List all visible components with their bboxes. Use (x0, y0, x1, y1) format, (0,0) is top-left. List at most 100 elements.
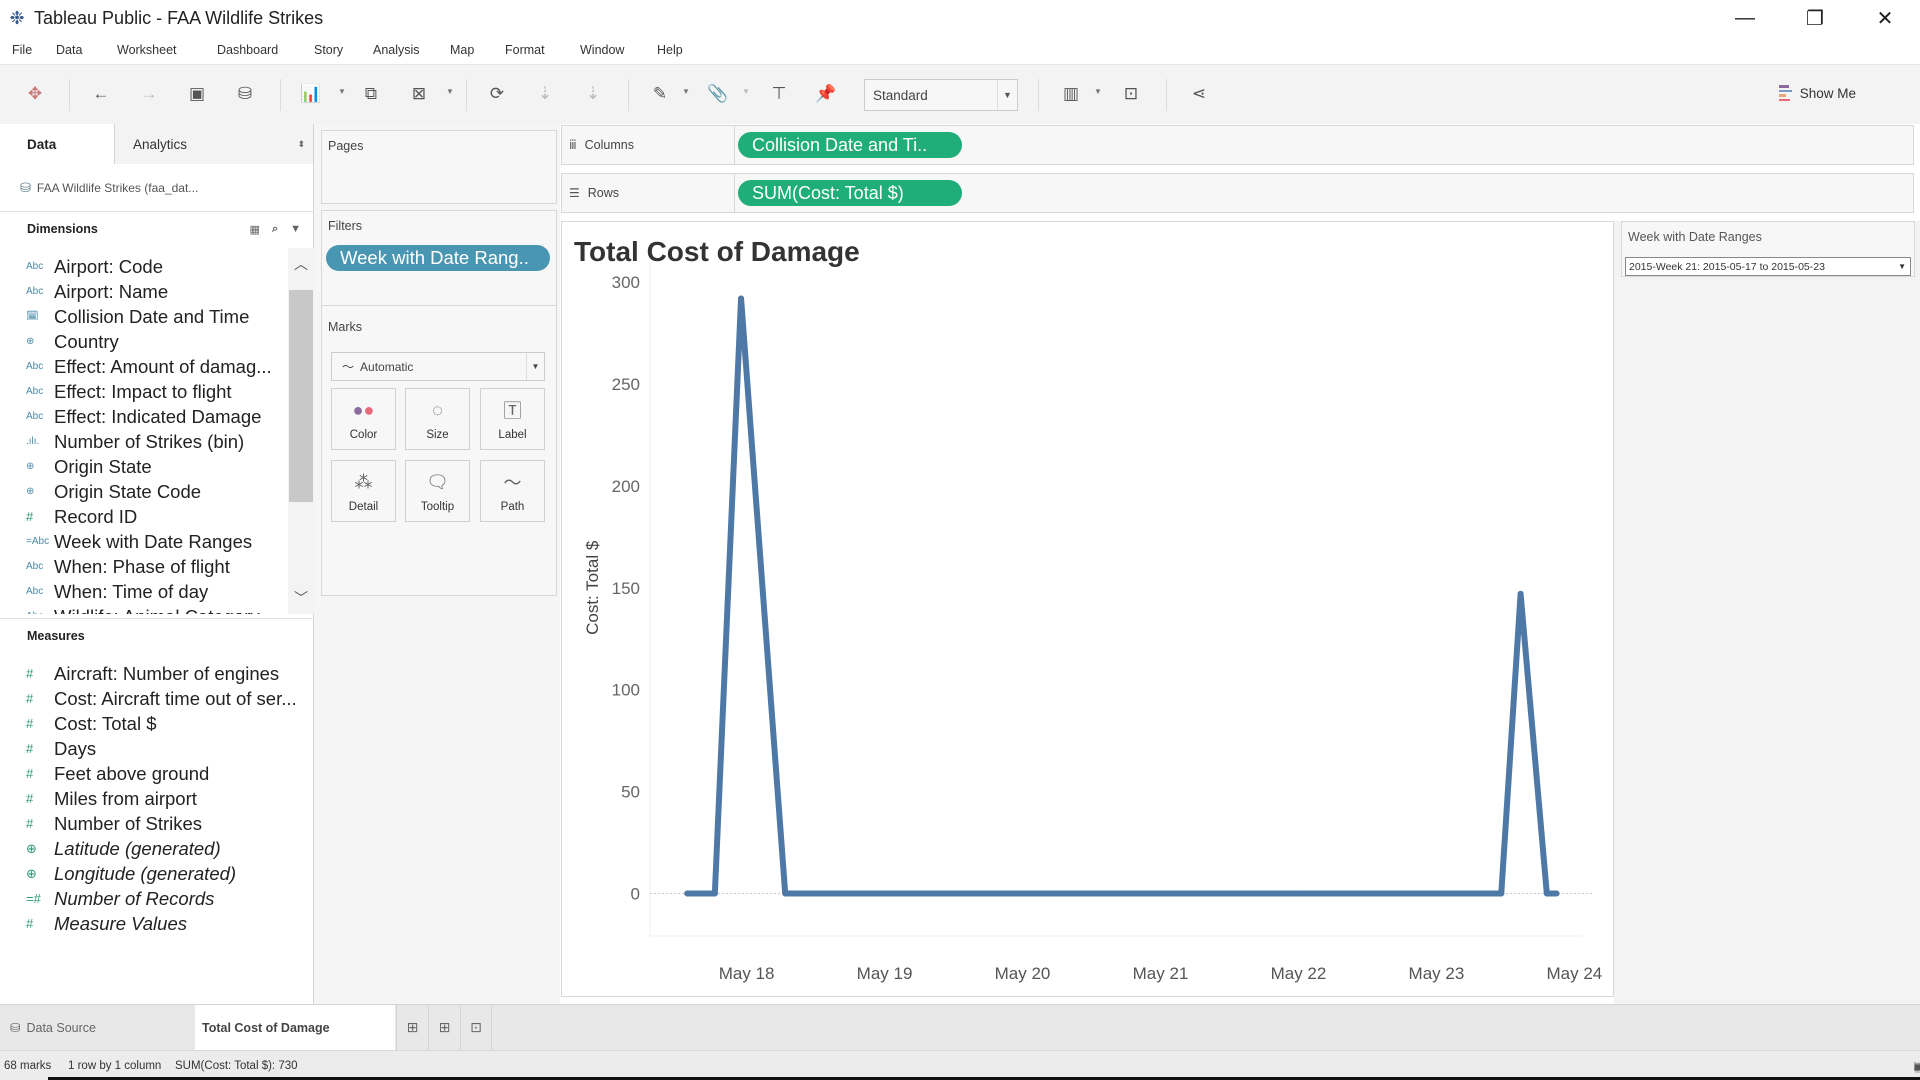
show-cards-icon[interactable]: ▥ (1058, 81, 1084, 107)
highlight-caret-icon[interactable]: ▼ (682, 87, 690, 96)
group-members-icon[interactable]: 📎 (705, 81, 731, 107)
search-icon[interactable]: ⌕ (272, 223, 278, 236)
mark-type-select[interactable]: 〜 Automatic ▼ (331, 352, 545, 381)
label-button[interactable]: 🅃 Label (480, 388, 545, 450)
clear-sheet-icon[interactable]: ⊠ (406, 81, 432, 107)
presentation-mode-icon[interactable]: ⊡ (1118, 81, 1144, 107)
pages-card[interactable]: Pages (321, 130, 557, 204)
redo-icon[interactable]: → (136, 81, 162, 107)
data-point[interactable] (1553, 890, 1560, 897)
group-caret-icon[interactable]: ▼ (742, 87, 750, 96)
measure-field[interactable]: =# Number of Records (0, 886, 314, 911)
data-point[interactable] (881, 890, 888, 897)
menu-help[interactable]: Help (657, 43, 683, 57)
data-point[interactable] (1543, 890, 1550, 897)
dimension-field[interactable]: AbcWildlife: Animal Category (0, 604, 288, 615)
sheet-tab-total-cost[interactable]: Total Cost of Damage (195, 1005, 395, 1050)
columns-pill[interactable]: Collision Date and Ti.. (738, 132, 962, 158)
view-list-icon[interactable]: ▦ (250, 223, 260, 236)
tab-analytics[interactable]: Analytics ⬍ (114, 124, 313, 164)
scrollbar-thumb[interactable] (289, 290, 313, 502)
restore-button[interactable]: ❐ (1780, 0, 1850, 36)
rows-pill[interactable]: SUM(Cost: Total $) (738, 180, 962, 206)
tab-data[interactable]: Data (0, 124, 114, 164)
menu-story[interactable]: Story (314, 43, 343, 57)
dimension-field[interactable]: Abc Airport: Code (0, 254, 288, 279)
share-icon[interactable]: ⋖ (1186, 81, 1212, 107)
data-source-tab[interactable]: ⛁ Data Source (0, 1005, 195, 1050)
columns-shelf[interactable]: ⅲ Columns Collision Date and Ti.. (561, 125, 1914, 165)
dimension-field[interactable]: Abc Effect: Impact to flight (0, 379, 288, 404)
data-point[interactable] (1433, 890, 1440, 897)
menu-format[interactable]: Format (505, 43, 545, 57)
data-point[interactable] (1295, 890, 1302, 897)
dimension-field[interactable]: Abc When: Phase of flight (0, 554, 288, 579)
color-button[interactable]: ● ● Color (331, 388, 396, 450)
scroll-up-icon[interactable]: ︿ (288, 252, 314, 276)
data-point[interactable] (684, 890, 691, 897)
data-source-item[interactable]: ⛁ FAA Wildlife Strikes (faa_dat... (0, 164, 313, 212)
measure-field[interactable]: # Feet above ground (0, 761, 314, 786)
minimize-button[interactable]: — (1710, 0, 1780, 36)
data-point[interactable] (738, 295, 745, 302)
dimension-field[interactable]: # Record ID (0, 504, 288, 529)
menu-worksheet[interactable]: Worksheet (117, 43, 177, 57)
quick-filter-select[interactable]: 2015-Week 21: 2015-05-17 to 2015-05-23 ▼ (1625, 257, 1911, 276)
save-icon[interactable]: ▣ (184, 81, 210, 107)
measure-field[interactable]: # Miles from airport (0, 786, 314, 811)
dimension-field[interactable]: Abc Airport: Name (0, 279, 288, 304)
show-me-button[interactable]: Show Me (1778, 85, 1856, 101)
filter-pill-week[interactable]: Week with Date Rang.. (326, 245, 550, 271)
new-dashboard-tab-icon[interactable]: ⊞ (428, 1005, 460, 1050)
menu-window[interactable]: Window (580, 43, 624, 57)
data-point[interactable] (1157, 890, 1164, 897)
new-worksheet-tab-icon[interactable]: ⊞ (396, 1005, 428, 1050)
tabs-view-icon[interactable]: ■ (1914, 1060, 1920, 1074)
menu-analysis[interactable]: Analysis (373, 43, 420, 57)
detail-button[interactable]: ⁂ Detail (331, 460, 396, 522)
measure-field[interactable]: # Cost: Total $ (0, 711, 314, 736)
dimension-field[interactable]: .ılı. Number of Strikes (bin) (0, 429, 288, 454)
new-data-source-icon[interactable]: ⛁ (232, 81, 258, 107)
undo-icon[interactable]: ← (88, 81, 114, 107)
dimension-field[interactable]: ⊕ Origin State (0, 454, 288, 479)
menu-file[interactable]: File (12, 43, 32, 57)
rows-shelf[interactable]: ☰ Rows SUM(Cost: Total $) (561, 173, 1914, 213)
data-point[interactable] (1498, 890, 1505, 897)
sort-descending-icon[interactable]: ⇣ (580, 81, 606, 107)
duplicate-sheet-icon[interactable]: ⧉ (358, 81, 384, 107)
dimensions-scrollbar[interactable]: ︿ ﹀ (288, 248, 314, 614)
measure-field[interactable]: ⊕ Longitude (generated) (0, 861, 314, 886)
line-chart[interactable]: 0 50 100 150 200 250 300 May 18 May 19 May 20 May … (562, 222, 1615, 998)
new-worksheet-caret-icon[interactable]: ▼ (338, 87, 346, 96)
measure-field[interactable]: # Number of Strikes (0, 811, 314, 836)
dimension-field[interactable]: 🗓 Collision Date and Time (0, 304, 288, 329)
fix-axes-pin-icon[interactable]: 📌 (813, 81, 839, 107)
swap-rows-columns-icon[interactable]: ⟳ (484, 81, 510, 107)
data-point[interactable] (1517, 590, 1524, 597)
size-button[interactable]: ◌ Size (405, 388, 470, 450)
measure-field[interactable]: # Days (0, 736, 314, 761)
data-point[interactable] (1019, 890, 1026, 897)
show-cards-caret-icon[interactable]: ▼ (1094, 87, 1102, 96)
new-worksheet-icon[interactable]: 📊 (298, 81, 324, 107)
clear-sheet-caret-icon[interactable]: ▼ (446, 87, 454, 96)
series-line[interactable] (684, 295, 1560, 897)
measure-field[interactable]: # Measure Values (0, 911, 314, 936)
dimension-field[interactable]: Abc When: Time of day (0, 579, 288, 604)
menu-dashboard[interactable]: Dashboard (217, 43, 278, 57)
dimension-field[interactable]: Abc Effect: Indicated Damage (0, 404, 288, 429)
fit-select[interactable]: Standard ▼ (864, 79, 1018, 111)
dimension-field[interactable]: =Abc Week with Date Ranges (0, 529, 288, 554)
highlight-icon[interactable]: ✎ (647, 81, 673, 107)
filters-card[interactable]: Filters Week with Date Rang.. (321, 210, 557, 306)
measure-field[interactable]: ⊕ Latitude (generated) (0, 836, 314, 861)
dimension-field[interactable]: ⊕ Country (0, 329, 288, 354)
sort-ascending-icon[interactable]: ⇣ (532, 81, 558, 107)
measure-field[interactable]: # Cost: Aircraft time out of ser... (0, 686, 314, 711)
menu-map[interactable]: Map (450, 43, 474, 57)
tableau-home-icon[interactable]: ✥ (22, 81, 48, 107)
dimension-field[interactable]: Abc Effect: Amount of damag... (0, 354, 288, 379)
path-button[interactable]: 〜 Path (480, 460, 545, 522)
measure-field[interactable]: # Aircraft: Number of engines (0, 661, 314, 686)
